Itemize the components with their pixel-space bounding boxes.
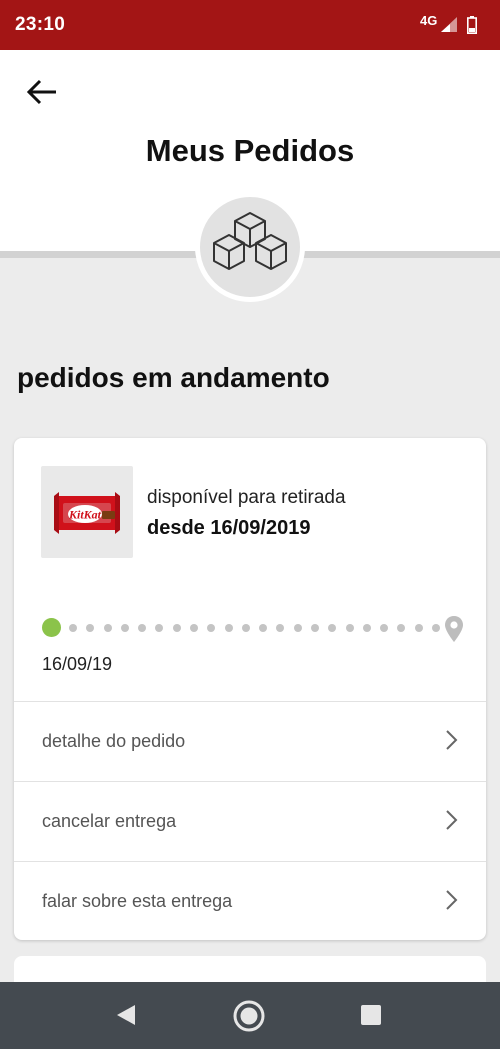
timeline-dot [380, 624, 389, 632]
cancel-delivery-label: cancelar entrega [42, 811, 177, 831]
timeline-dot [432, 624, 440, 632]
timeline-dot [138, 624, 147, 632]
timeline-dot [328, 624, 337, 632]
timeline-dot [345, 624, 354, 632]
timeline-dot [69, 624, 77, 632]
talk-about-delivery-label: falar sobre esta entrega [42, 891, 233, 911]
back-triangle-icon[interactable] [114, 1003, 138, 1027]
location-pin-icon [445, 616, 463, 642]
timeline-start-dot [42, 618, 61, 637]
order-card: KitKat disponível para retirada desde 16… [14, 438, 486, 940]
timeline-dot [120, 624, 129, 632]
timeline-dot [86, 624, 95, 632]
order-detail-label: detalhe do pedido [42, 731, 186, 751]
chevron-right-icon [446, 730, 458, 750]
battery-icon [467, 16, 477, 34]
timeline-dot [276, 624, 285, 632]
status-bar: 23:10 4G [0, 0, 500, 50]
timeline-dot [172, 624, 181, 632]
timeline-dot [155, 624, 164, 632]
timeline-dot [224, 624, 233, 632]
timeline-start-date: 16/09/19 [42, 654, 113, 674]
talk-about-delivery-row[interactable]: falar sobre esta entrega [14, 861, 486, 940]
order-status-date: desde 16/09/2019 [147, 517, 311, 539]
chevron-right-icon [446, 890, 458, 910]
section-title: pedidos em andamento [17, 362, 330, 393]
timeline-dot [103, 624, 112, 632]
recents-square-icon[interactable] [361, 1005, 381, 1025]
order-status-label: disponível para retirada [147, 487, 346, 508]
timeline-dot [241, 624, 250, 632]
arrow-left-icon[interactable] [25, 78, 59, 106]
timeline-dot [414, 624, 423, 632]
chevron-right-icon [446, 810, 458, 830]
network-type: 4G [420, 13, 438, 28]
timeline-dot [259, 624, 268, 632]
page-title: Meus Pedidos [145, 133, 355, 168]
cancel-delivery-row[interactable]: cancelar entrega [14, 781, 486, 861]
product-brand-text: KitKat [68, 508, 102, 522]
system-nav-bar [0, 982, 500, 1049]
kitkat-chocolate-image: KitKat [54, 492, 120, 534]
home-circle-icon[interactable] [232, 999, 266, 1033]
product-thumbnail: KitKat [41, 466, 133, 558]
timeline-dot [362, 624, 371, 632]
boxes-badge [195, 192, 305, 302]
signal-icon [441, 17, 457, 32]
timeline-dot [190, 624, 198, 632]
timeline-dot [311, 624, 319, 632]
delivery-timeline [42, 616, 472, 646]
timeline-dot [397, 624, 406, 632]
timeline-dot [207, 624, 216, 632]
timeline-dot [293, 624, 302, 632]
status-time: 23:10 [15, 14, 66, 35]
order-detail-row[interactable]: detalhe do pedido [14, 701, 486, 781]
boxes-icon [213, 212, 287, 270]
